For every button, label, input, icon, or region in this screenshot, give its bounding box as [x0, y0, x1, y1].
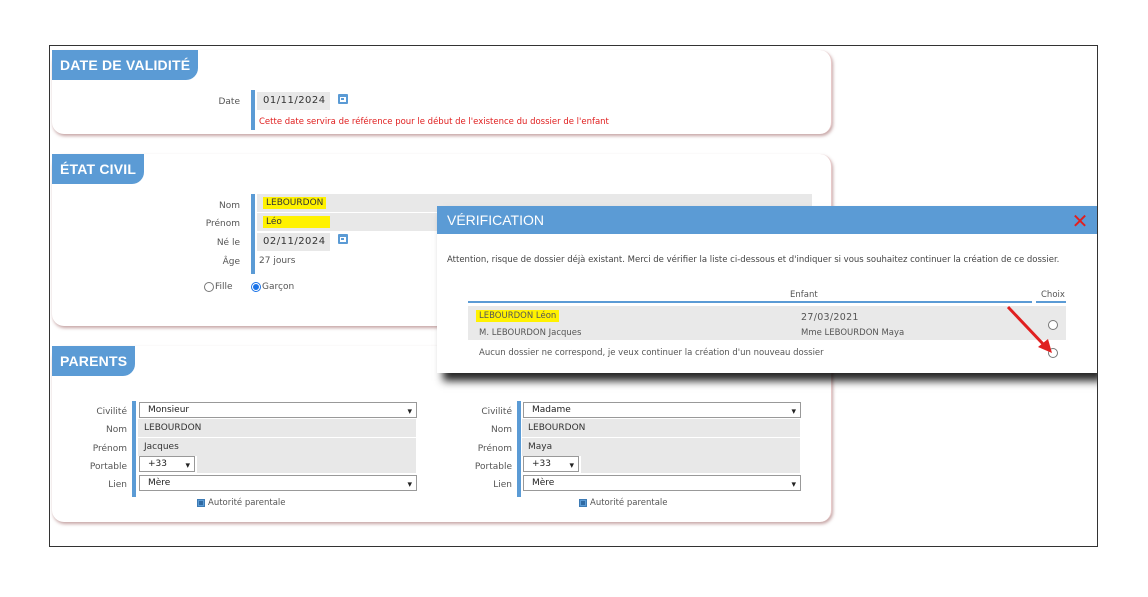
p2-civilite-label: Civilité [481, 407, 512, 417]
col-enfant-header: Enfant [790, 290, 818, 300]
p1-nom-field[interactable]: LEBOURDON [138, 419, 416, 437]
p1-civilite-select[interactable]: Monsieur ▾ [139, 402, 417, 418]
dialog-header: VÉRIFICATION [437, 206, 1097, 234]
p1-portable-field[interactable] [197, 456, 416, 473]
p2-nom-field[interactable]: LEBOURDON [522, 419, 800, 437]
validity-title: DATE DE VALIDITÉ [52, 50, 199, 80]
chevron-down-icon: ▾ [407, 407, 412, 417]
calendar-icon[interactable] [338, 94, 348, 104]
civil-bar [251, 194, 255, 274]
chevron-down-icon: ▾ [569, 461, 574, 471]
calendar-icon[interactable] [338, 234, 348, 244]
match-birth-date: 27/03/2021 [801, 312, 859, 323]
verification-dialog: VÉRIFICATION ✕ Attention, risque de doss… [437, 206, 1097, 373]
p1-lien-select[interactable]: Mère ▾ [139, 475, 417, 491]
p2-lien-value: Mère [532, 478, 555, 488]
p1-prenom-field[interactable]: Jacques [138, 438, 416, 456]
ne-label: Né le [216, 238, 240, 248]
prenom-label: Prénom [205, 219, 240, 229]
date-bar [251, 90, 255, 130]
fille-label[interactable]: Fille [215, 282, 233, 292]
no-match-text[interactable]: Aucun dossier ne correspond, je veux con… [479, 348, 824, 358]
parents-title: PARENTS [52, 346, 136, 376]
dialog-title: VÉRIFICATION [447, 212, 544, 228]
validity-card: DATE DE VALIDITÉ Date 01/11/2024 Cette d… [52, 50, 832, 134]
page-frame: DATE DE VALIDITÉ Date 01/11/2024 Cette d… [49, 45, 1098, 547]
garcon-label[interactable]: Garçon [262, 282, 294, 292]
match-child-name: LEBOURDON Léon [476, 310, 560, 322]
p2-portable-label: Portable [474, 462, 512, 472]
fille-radio[interactable] [204, 282, 214, 292]
chevron-down-icon: ▾ [185, 461, 190, 471]
chevron-down-icon: ▾ [407, 480, 412, 490]
p1-nom-label: Nom [105, 425, 127, 435]
p2-portable-field[interactable] [581, 456, 800, 473]
p2-lien-label: Lien [493, 480, 512, 490]
match-father: M. LEBOURDON Jacques [479, 328, 582, 338]
chevron-down-icon: ▾ [791, 407, 796, 417]
col-choix-header: Choix [1041, 290, 1065, 300]
p1-bar [132, 401, 136, 497]
match-row[interactable]: LEBOURDON Léon 27/03/2021 M. LEBOURDON J… [468, 306, 1066, 340]
prenom-value: Léo [263, 216, 330, 228]
p1-portable-label: Portable [89, 462, 127, 472]
p1-prenom-label: Prénom [92, 444, 127, 454]
date-field[interactable]: 01/11/2024 [257, 92, 330, 110]
p1-lien-label: Lien [108, 480, 127, 490]
p2-civilite-value: Madame [532, 405, 571, 415]
nom-label: Nom [218, 201, 240, 211]
p1-autorite-checkbox[interactable] [197, 499, 205, 507]
dialog-message: Attention, risque de dossier déjà exista… [447, 255, 1060, 265]
p1-lien-value: Mère [148, 478, 171, 488]
p2-country-code-select[interactable]: +33 ▾ [523, 456, 579, 472]
civil-title: ÉTAT CIVIL [52, 154, 145, 184]
p2-lien-select[interactable]: Mère ▾ [523, 475, 801, 491]
p2-autorite-checkbox[interactable] [579, 499, 587, 507]
date-label: Date [218, 97, 240, 107]
age-value: 27 jours [259, 256, 296, 266]
garcon-radio[interactable] [251, 282, 261, 292]
p2-civilite-select[interactable]: Madame ▾ [523, 402, 801, 418]
age-label: Âge [222, 257, 240, 267]
p2-prenom-label: Prénom [477, 444, 512, 454]
date-note: Cette date servira de référence pour le … [259, 117, 609, 127]
p2-nom-label: Nom [490, 425, 512, 435]
header-underline [468, 301, 1032, 303]
chevron-down-icon: ▾ [791, 480, 796, 490]
p2-country-code: +33 [532, 459, 551, 469]
p1-civilite-label: Civilité [96, 407, 127, 417]
p1-civilite-value: Monsieur [148, 405, 190, 415]
p2-autorite-label[interactable]: Autorité parentale [590, 498, 668, 508]
p2-prenom-field[interactable]: Maya [522, 438, 800, 456]
p1-country-code: +33 [148, 459, 167, 469]
nom-value: LEBOURDON [263, 197, 327, 209]
p2-bar [517, 401, 521, 497]
match-mother: Mme LEBOURDON Maya [801, 328, 905, 338]
p1-country-code-select[interactable]: +33 ▾ [139, 456, 195, 472]
ne-field[interactable]: 02/11/2024 [257, 233, 330, 251]
close-icon[interactable]: ✕ [1069, 210, 1091, 232]
p1-autorite-label[interactable]: Autorité parentale [208, 498, 286, 508]
annotation-arrow-icon [1006, 305, 1052, 353]
